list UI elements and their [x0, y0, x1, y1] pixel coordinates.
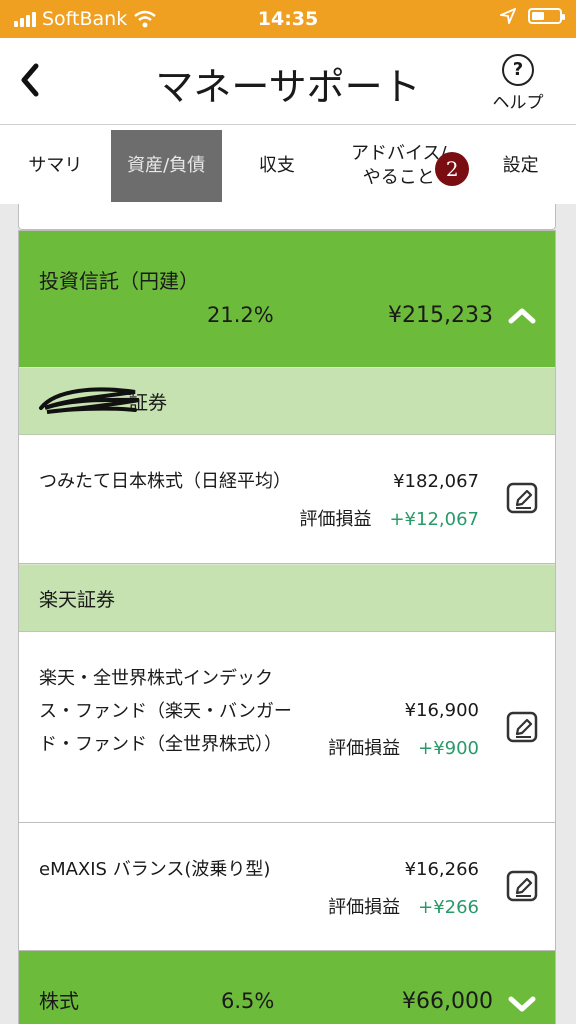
tab-label: 設定: [502, 154, 539, 176]
category-amount: ¥215,233: [388, 303, 493, 328]
broker-header: 証券: [19, 367, 555, 435]
gain-value: +¥266: [418, 897, 479, 918]
tab-bar: サマリ 資産/負債 収支 アドバイス/やること 2 設定: [0, 128, 576, 205]
edit-icon[interactable]: [505, 869, 539, 903]
battery-icon: [528, 8, 565, 24]
help-button[interactable]: ? ヘルプ: [486, 54, 550, 113]
tab-assets-liabilities[interactable]: 資産/負債: [110, 130, 222, 202]
tab-income-expense[interactable]: 収支: [222, 128, 333, 204]
fund-name: 楽天・全世界株式インデックス・ファンド（楽天・バンガード・ファンド（全世界株式）…: [39, 668, 292, 755]
chevron-down-icon[interactable]: [505, 989, 539, 1017]
app-header: マネーサポート ? ヘルプ: [0, 38, 576, 125]
tab-summary[interactable]: サマリ: [0, 128, 111, 204]
broker-name: 楽天証券: [39, 589, 116, 611]
category-percent: 21.2%: [207, 303, 274, 327]
fund-value: ¥16,900: [404, 700, 479, 721]
fund-row[interactable]: 楽天・全世界株式インデックス・ファンド（楽天・バンガード・ファンド（全世界株式）…: [19, 632, 555, 823]
tab-label: サマリ: [28, 154, 83, 176]
gain-label: 評価損益: [328, 897, 401, 918]
gain-label: 評価損益: [299, 509, 372, 530]
category-header[interactable]: 株式 6.5% ¥66,000: [18, 950, 556, 1024]
notification-badge: 2: [435, 152, 470, 186]
broker-header: 楽天証券: [19, 564, 555, 632]
category-amount: ¥66,000: [402, 989, 493, 1014]
category-name: 株式: [39, 989, 79, 1013]
status-bar: SoftBank 14:35: [0, 0, 576, 38]
fund-row[interactable]: eMAXIS バランス(波乗り型) ¥16,266 評価損益 +¥266: [19, 823, 555, 951]
redaction-scribble: [39, 387, 140, 414]
location-icon: [500, 8, 516, 24]
tab-advice-todo[interactable]: アドバイス/やること 2: [332, 128, 470, 204]
category-header[interactable]: 投資信託（円建） 21.2% ¥215,233: [19, 231, 555, 367]
edit-icon[interactable]: [505, 481, 539, 515]
category-percent: 6.5%: [221, 989, 275, 1013]
clock: 14:35: [257, 8, 319, 30]
fund-name: eMAXIS バランス(波乗り型): [39, 859, 271, 880]
tab-label: 収支: [258, 154, 295, 176]
help-label: ヘルプ: [492, 93, 544, 113]
edit-icon[interactable]: [505, 710, 539, 744]
category-section: 投資信託（円建） 21.2% ¥215,233 証券 つみたて日本株式（日経平均…: [18, 230, 556, 952]
previous-card-edge: [18, 204, 556, 230]
category-name: 投資信託（円建）: [39, 269, 199, 293]
gain-value: +¥12,067: [389, 509, 479, 530]
chevron-up-icon[interactable]: [505, 301, 539, 329]
fund-value: ¥16,266: [404, 859, 479, 880]
fund-value: ¥182,067: [393, 471, 479, 492]
tab-label: 資産/負債: [127, 154, 206, 176]
help-icon: ?: [502, 54, 534, 86]
tab-settings[interactable]: 設定: [465, 128, 576, 204]
gain-label: 評価損益: [328, 738, 401, 759]
fund-row[interactable]: つみたて日本株式（日経平均） ¥182,067 評価損益 +¥12,067: [19, 435, 555, 564]
fund-name: つみたて日本株式（日経平均）: [39, 471, 291, 492]
gain-value: +¥900: [418, 738, 479, 759]
content-area: 投資信託（円建） 21.2% ¥215,233 証券 つみたて日本株式（日経平均…: [0, 204, 576, 1024]
